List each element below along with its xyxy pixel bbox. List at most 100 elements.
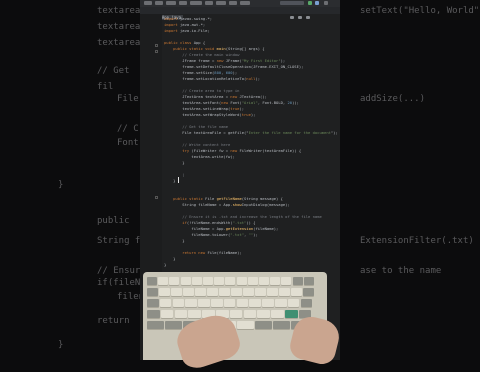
keyboard-key (195, 288, 206, 296)
code-token: textArea.setFont( (164, 100, 222, 105)
keyboard-key (247, 277, 258, 285)
editor-tab-bar: NotepadApp.java (140, 7, 340, 20)
keyboard-key (255, 288, 266, 296)
menu-item[interactable] (179, 1, 187, 5)
keyboard-key (236, 299, 249, 307)
keyboard-key (262, 299, 274, 307)
keyboard-key (236, 277, 247, 285)
code-token: String fileName = App. (164, 202, 233, 207)
keyboard-key (237, 321, 254, 329)
code-token: ); (280, 58, 286, 63)
code-token: } (164, 262, 167, 267)
keyboard-key (291, 288, 302, 296)
menu-item[interactable] (144, 1, 152, 5)
fold-icon[interactable] (155, 50, 158, 53)
code-token: Enter the file name for the document (248, 130, 331, 135)
code-token: , Font.BOLD, (257, 100, 288, 105)
background-code-fragment: addSize(...) (360, 94, 426, 104)
code-token: File(fileName); (207, 250, 242, 255)
keyboard-key (281, 277, 292, 285)
code-token: // Write content here (164, 142, 231, 147)
code-token: } (164, 256, 176, 261)
menu-item[interactable] (190, 1, 202, 5)
keyboard-key (191, 277, 202, 285)
code-token: // Create the main window (164, 52, 240, 57)
code-token: "); (330, 130, 338, 135)
code-token: FileWriter(textAreaFile)) { (239, 148, 302, 153)
background-code-fragment: File (117, 94, 139, 104)
code-line[interactable]: File textAreaFile = getFile("Enter the f… (164, 130, 340, 136)
code-token: } (164, 160, 185, 165)
keyboard-key (172, 299, 185, 307)
keyboard-key (259, 277, 269, 285)
run-config-widget[interactable] (280, 1, 304, 5)
code-token: frame.setSize( (164, 70, 215, 75)
keyboard-key (147, 299, 159, 307)
code-token: File textAreaFile = getFile(" (164, 130, 249, 135)
code-token: true (241, 112, 251, 117)
keyboard-key (147, 288, 158, 296)
code-token: ); (250, 112, 256, 117)
keyboard-key (203, 277, 213, 285)
menu-item[interactable] (216, 1, 226, 5)
code-token: )); (292, 100, 299, 105)
code-token: JTextArea(); (239, 94, 267, 99)
code-line[interactable]: } (164, 262, 340, 268)
keyboard-key (303, 288, 314, 296)
keyboard-key (147, 310, 160, 318)
settings-icon[interactable] (324, 1, 328, 5)
menu-item[interactable] (166, 1, 176, 5)
code-token: public static void (164, 46, 217, 51)
keyboard-key (165, 321, 182, 329)
debug-icon[interactable] (315, 1, 319, 5)
keyboard-key (229, 310, 243, 318)
menu-item[interactable] (155, 1, 163, 5)
code-token: )) { (246, 220, 256, 225)
background-code-fragment: fil (97, 82, 114, 92)
menu-item[interactable] (229, 1, 237, 5)
keyboard-key (169, 277, 180, 285)
code-token: textArea.write(fw); (164, 154, 235, 159)
fold-icon[interactable] (155, 196, 158, 199)
background-code-fragment: ase to the name (360, 266, 442, 276)
keyboard-key (159, 288, 170, 296)
keyboard-key (303, 277, 314, 285)
keyboard-key (285, 310, 298, 318)
code-token: App { (193, 40, 206, 45)
menu-item[interactable] (205, 1, 213, 5)
keyboard-key (183, 288, 194, 296)
code-token: public class (164, 40, 194, 45)
fold-icon[interactable] (155, 44, 158, 47)
menu-item[interactable] (240, 1, 250, 5)
keyboard-key (273, 321, 290, 329)
code-token: InputDialog(message); (241, 202, 290, 207)
background-code-fragment: } (58, 180, 64, 190)
code-token: textArea.setWrapStyleWord( (164, 112, 242, 117)
code-token: | (182, 172, 185, 177)
code-token: import (164, 28, 181, 33)
background-code-fragment: public (97, 216, 130, 226)
code-editor[interactable]: import javax.swing.*; import java.awt.*; i… (164, 16, 340, 268)
code-token: new (216, 58, 226, 63)
background-code-fragment: Font (117, 138, 139, 148)
code-token: // Create area to type in (164, 88, 240, 93)
code-token: import (164, 16, 181, 21)
run-icon[interactable] (308, 1, 312, 5)
code-token: ); (253, 232, 258, 237)
keyboard-key (214, 277, 225, 285)
code-token: (String[] args) { (225, 46, 265, 51)
code-token: new (221, 100, 231, 105)
code-token: Font( (230, 100, 242, 105)
code-token: (FileWriter fw = (191, 148, 231, 153)
keyboard-key (249, 299, 261, 307)
code-token: getFileName (216, 196, 242, 201)
keyboard-key (300, 299, 313, 307)
keyboard-key (225, 277, 236, 285)
code-token: public static (164, 196, 206, 201)
code-token: ); (239, 106, 245, 111)
code-token: JTextArea textArea = (164, 94, 231, 99)
background-code-fragment: // Ensure (97, 266, 146, 276)
keyboard-key (198, 299, 210, 307)
code-token: JFrame frame = (164, 58, 217, 63)
code-token: (!fileName.endsWith( (186, 220, 233, 225)
